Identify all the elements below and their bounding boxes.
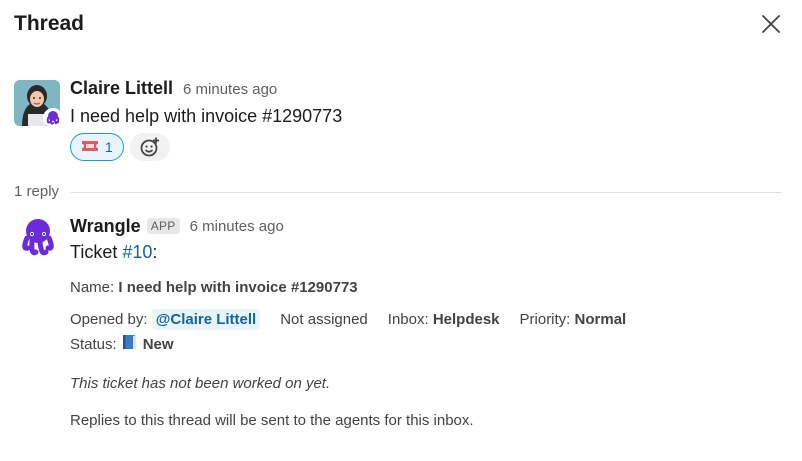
replies-divider: 1 reply [14, 181, 781, 201]
name-label: Name: [70, 279, 119, 296]
timestamp[interactable]: 6 minutes ago [183, 81, 277, 98]
reactions: 1 [70, 133, 788, 161]
author-name[interactable]: Wrangle [70, 216, 141, 237]
close-icon[interactable] [760, 13, 782, 35]
app-badge: APP [146, 218, 180, 234]
priority-label: Priority: [519, 311, 575, 328]
ticket-meta-row: Opened by: @Claire Littell Not assigned … [70, 309, 788, 330]
user-mention[interactable]: @Claire Littell [151, 309, 261, 330]
ticket-line: Ticket #10: [70, 242, 788, 263]
ticket-link[interactable]: #10 [122, 242, 152, 262]
ticket-name-field: Name: I need help with invoice #1290773 [70, 279, 788, 296]
ticket-emoji-icon [81, 139, 99, 156]
name-value: I need help with invoice #1290773 [118, 279, 358, 296]
message-text: I need help with invoice #1290773 [70, 106, 343, 126]
message-body: Claire Littell 6 minutes ago I need help… [70, 78, 788, 161]
inbox-value: Helpdesk [432, 311, 500, 328]
add-reaction-icon[interactable] [129, 133, 170, 161]
inbox-label: Inbox: [387, 311, 433, 328]
octopus-badge-icon [43, 108, 63, 128]
inbox-field: Inbox: Helpdesk [388, 311, 500, 328]
ticket-suffix: : [152, 242, 158, 262]
thread-footer-text: Replies to this thread will be sent to t… [70, 412, 474, 429]
thread-header: Thread [14, 10, 788, 42]
avatar[interactable] [14, 80, 63, 128]
thread-title: Thread [14, 12, 85, 35]
ticket-note: This ticket has not been worked on yet. [70, 375, 331, 392]
wrangle-avatar-icon[interactable] [16, 216, 60, 260]
reaction-count: 1 [105, 139, 113, 155]
status-label: Status: [70, 335, 117, 353]
divider-line [71, 191, 781, 193]
priority-field: Priority: Normal [520, 311, 627, 328]
reaction-ticket[interactable]: 1 [70, 133, 124, 161]
message-body: Wrangle APP 6 minutes ago Ticket #10: Na… [70, 214, 788, 430]
ticket-prefix: Ticket [70, 242, 123, 262]
author-name[interactable]: Claire Littell [70, 78, 173, 99]
status-row: Status: New [70, 333, 788, 355]
opened-by-field: Opened by: @Claire Littell [70, 309, 261, 330]
assignment-status: Not assigned [280, 311, 368, 328]
opened-by-label: Opened by: [70, 311, 152, 328]
priority-value: Normal [574, 311, 627, 328]
status-value: New [142, 335, 174, 353]
blue-book-icon [121, 333, 139, 355]
reply-count: 1 reply [14, 182, 60, 200]
timestamp[interactable]: 6 minutes ago [190, 218, 284, 235]
